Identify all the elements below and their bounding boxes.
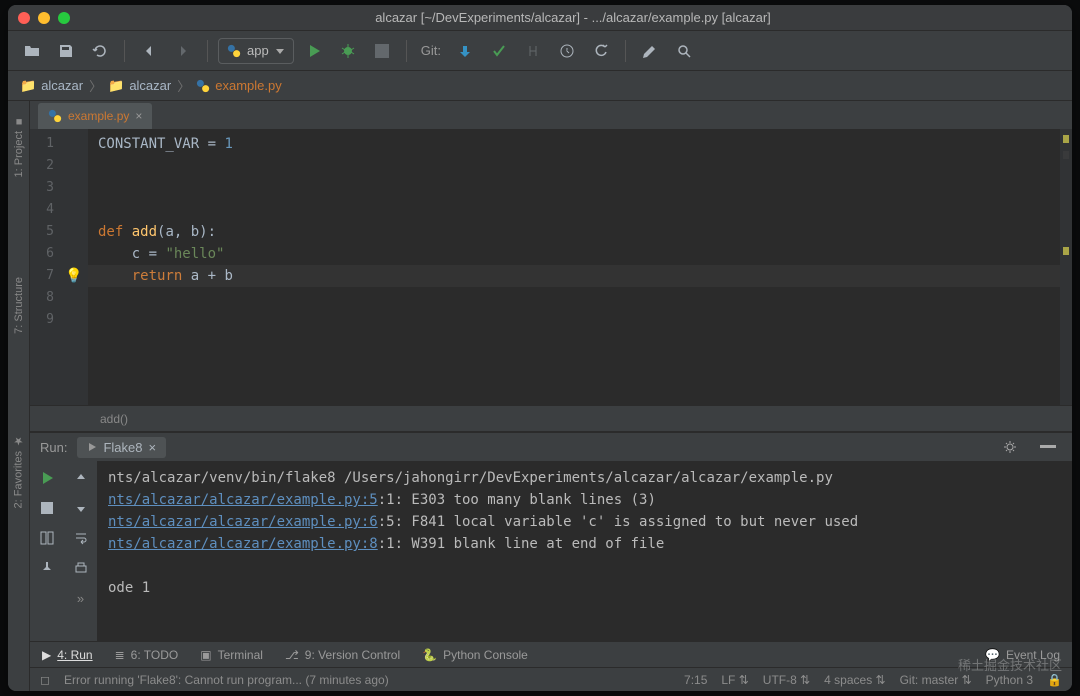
status-error[interactable]: Error running 'Flake8': Cannot run progr… xyxy=(64,673,389,687)
error-stripe[interactable] xyxy=(1060,129,1072,405)
forward-icon xyxy=(169,37,197,65)
more-icon[interactable]: » xyxy=(68,587,94,609)
search-icon[interactable] xyxy=(670,37,698,65)
main-toolbar: app Git: xyxy=(8,31,1072,71)
window-maximize-button[interactable] xyxy=(58,12,70,24)
breadcrumbs: 📁alcazar 〉 📁alcazar 〉 example.py xyxy=(8,71,1072,101)
bottom-toolwindows: ▶ 4: Run ≣ 6: TODO ▣ Terminal ⎇ 9: Versi… xyxy=(30,641,1072,667)
stop-icon xyxy=(368,37,396,65)
window-close-button[interactable] xyxy=(18,12,30,24)
scroll-down-icon[interactable] xyxy=(68,497,94,519)
breadcrumb-item[interactable]: example.py xyxy=(196,78,281,93)
print-icon[interactable] xyxy=(68,557,94,579)
left-tool-strip: 1: Project ■ 7: Structure 2: Favorites ★ xyxy=(8,101,30,691)
toolwindow-toggle-icon[interactable]: ◻ xyxy=(40,673,50,687)
toolwindow-pyconsole[interactable]: 🐍 Python Console xyxy=(422,648,528,662)
run-action-column xyxy=(30,461,64,641)
status-lock-icon[interactable]: 🔒 xyxy=(1047,673,1062,687)
toolwindow-favorites[interactable]: 2: Favorites ★ xyxy=(12,434,25,508)
refresh-icon[interactable] xyxy=(86,37,114,65)
run-tab[interactable]: Flake8 × xyxy=(77,437,166,458)
pin-icon[interactable] xyxy=(34,557,60,579)
close-tab-icon[interactable]: × xyxy=(135,109,142,123)
status-line-sep[interactable]: LF ⇅ xyxy=(721,673,748,687)
editor-tab[interactable]: example.py × xyxy=(38,103,152,129)
toolwindow-eventlog[interactable]: 💬 Event Log xyxy=(985,648,1060,662)
run-config-label: app xyxy=(247,43,269,58)
breadcrumb-item[interactable]: 📁alcazar xyxy=(108,78,171,94)
toolwindow-vcs[interactable]: ⎇ 9: Version Control xyxy=(285,648,400,662)
editor-tabbar: example.py × xyxy=(30,101,1072,129)
toolwindow-structure[interactable]: 7: Structure xyxy=(13,277,25,334)
open-icon[interactable] xyxy=(18,37,46,65)
git-commit-icon[interactable] xyxy=(485,37,513,65)
stop-run-icon xyxy=(34,497,60,519)
titlebar: alcazar [~/DevExperiments/alcazar] - ...… xyxy=(8,5,1072,31)
layout-icon[interactable] xyxy=(34,527,60,549)
window-minimize-button[interactable] xyxy=(38,12,50,24)
tab-label: example.py xyxy=(68,109,129,123)
save-icon[interactable] xyxy=(52,37,80,65)
run-panel-title: Run: xyxy=(40,440,67,455)
run-panel: Run: Flake8 × xyxy=(30,431,1072,641)
git-compare-icon[interactable] xyxy=(519,37,547,65)
soft-wrap-icon[interactable] xyxy=(68,527,94,549)
git-revert-icon[interactable] xyxy=(587,37,615,65)
scroll-up-icon[interactable] xyxy=(68,467,94,489)
toolwindow-run[interactable]: ▶ 4: Run xyxy=(42,648,93,662)
toolwindow-project[interactable]: 1: Project ■ xyxy=(13,115,25,177)
status-encoding[interactable]: UTF-8 ⇅ xyxy=(763,673,810,687)
close-run-tab-icon[interactable]: × xyxy=(149,440,157,455)
toolwindow-terminal[interactable]: ▣ Terminal xyxy=(200,648,263,662)
run-settings-icon[interactable] xyxy=(996,433,1024,461)
run-config-selector[interactable]: app xyxy=(218,38,294,64)
rerun-icon[interactable] xyxy=(34,467,60,489)
code-area[interactable]: CONSTANT_VAR = 1def add(a, b): c = "hell… xyxy=(88,129,1060,405)
breadcrumb-item[interactable]: 📁alcazar xyxy=(20,78,83,94)
line-number-gutter: 123456789 xyxy=(30,129,60,405)
git-update-icon[interactable] xyxy=(451,37,479,65)
editor-breadcrumb[interactable]: add() xyxy=(30,405,1072,431)
run-output-column: » xyxy=(64,461,98,641)
git-history-icon[interactable] xyxy=(553,37,581,65)
console-output[interactable]: nts/alcazar/venv/bin/flake8 /Users/jahon… xyxy=(98,461,1072,641)
code-editor[interactable]: 123456789 💡 CONSTANT_VAR = 1def add(a, b… xyxy=(30,129,1072,405)
window-title: alcazar [~/DevExperiments/alcazar] - ...… xyxy=(84,10,1062,25)
status-interpreter[interactable]: Python 3 xyxy=(986,673,1033,687)
debug-icon[interactable] xyxy=(334,37,362,65)
status-indent[interactable]: 4 spaces ⇅ xyxy=(824,673,885,687)
status-cursor-pos[interactable]: 7:15 xyxy=(684,673,707,687)
status-bar: ◻ Error running 'Flake8': Cannot run pro… xyxy=(30,667,1072,691)
hide-panel-icon[interactable] xyxy=(1034,433,1062,461)
back-icon[interactable] xyxy=(135,37,163,65)
toolwindow-todo[interactable]: ≣ 6: TODO xyxy=(115,648,179,662)
hint-gutter: 💡 xyxy=(60,129,88,405)
status-git-branch[interactable]: Git: master ⇅ xyxy=(900,673,972,687)
git-label: Git: xyxy=(421,43,441,58)
settings-icon[interactable] xyxy=(636,37,664,65)
run-icon[interactable] xyxy=(300,37,328,65)
